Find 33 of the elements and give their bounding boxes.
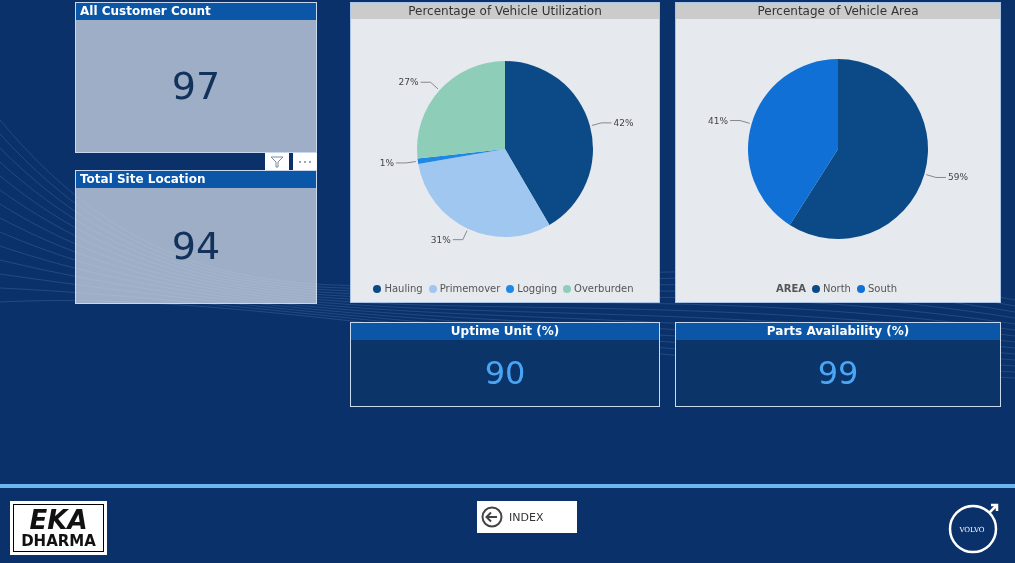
legend-label: Primemover	[439, 283, 501, 294]
company-logo: EKA DHARMA	[10, 501, 107, 555]
card-title: Parts Availability (%)	[676, 323, 1000, 340]
chart-title: Percentage of Vehicle Area	[676, 3, 1000, 19]
data-label: 1%	[379, 157, 394, 168]
kpi-value: 90	[484, 354, 526, 392]
data-label: 59%	[947, 172, 968, 183]
card-title: Uptime Unit (%)	[351, 323, 659, 340]
more-icon[interactable]	[293, 153, 317, 170]
card-title: Total Site Location	[76, 171, 316, 188]
leader-line	[420, 81, 439, 90]
kpi-value: 97	[171, 64, 221, 108]
leader-line	[395, 161, 417, 164]
data-label: 42%	[613, 117, 634, 128]
leader-line	[591, 122, 613, 126]
leader-line	[925, 174, 947, 178]
legend-label: Hauling	[384, 283, 423, 294]
leader-line	[729, 120, 751, 124]
chart-title: Percentage of Vehicle Utilization	[351, 3, 659, 19]
data-label: 41%	[708, 115, 729, 126]
kpi-value: 94	[171, 223, 221, 268]
leader-line	[452, 230, 468, 241]
legend-label: Overburden	[574, 283, 634, 294]
kpi-value: 99	[817, 354, 859, 392]
filter-icon[interactable]	[265, 153, 289, 170]
legend-label: North	[823, 283, 851, 294]
data-label: 31%	[430, 234, 451, 245]
legend-title: AREA	[775, 283, 806, 294]
legend-label: South	[867, 283, 897, 294]
data-label: 27%	[398, 77, 419, 88]
index-button[interactable]: INDEX	[477, 501, 577, 533]
legend-label: Logging	[517, 283, 558, 294]
card-title: All Customer Count	[76, 3, 316, 20]
